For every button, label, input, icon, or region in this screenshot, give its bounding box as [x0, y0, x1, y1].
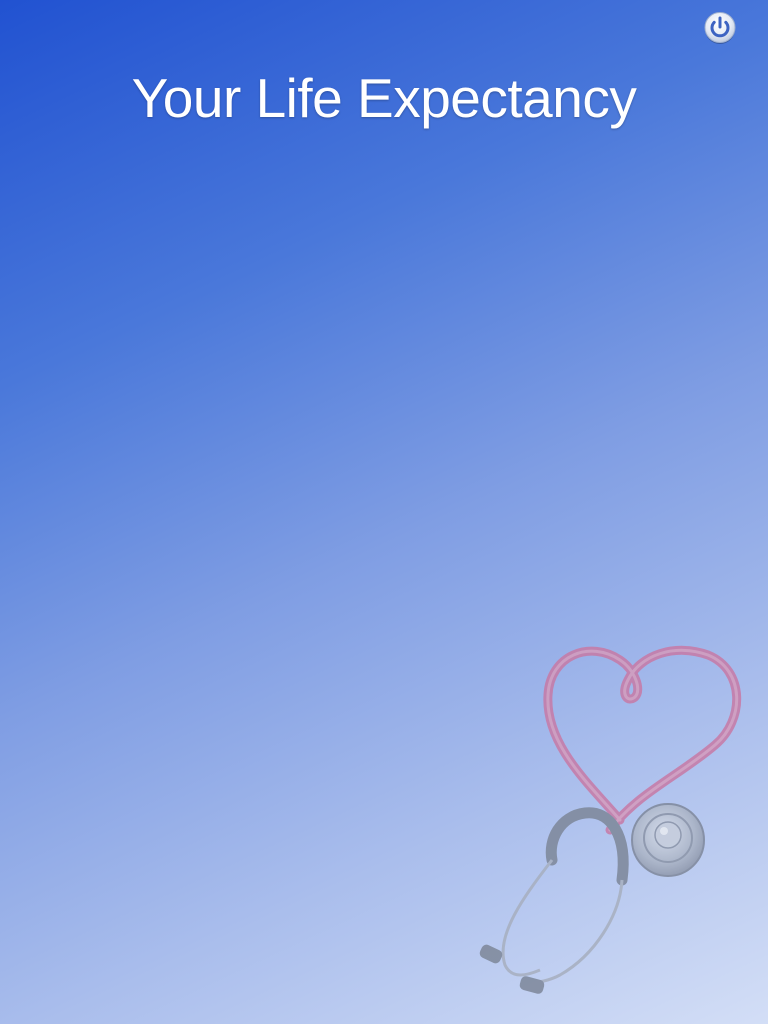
- power-icon: [702, 10, 738, 46]
- page-title: Your Life Expectancy: [131, 67, 637, 129]
- power-button[interactable]: [702, 10, 738, 46]
- app-screen: Your Life Expectancy: [0, 0, 768, 1024]
- stethoscope-heart-icon: [470, 635, 755, 1005]
